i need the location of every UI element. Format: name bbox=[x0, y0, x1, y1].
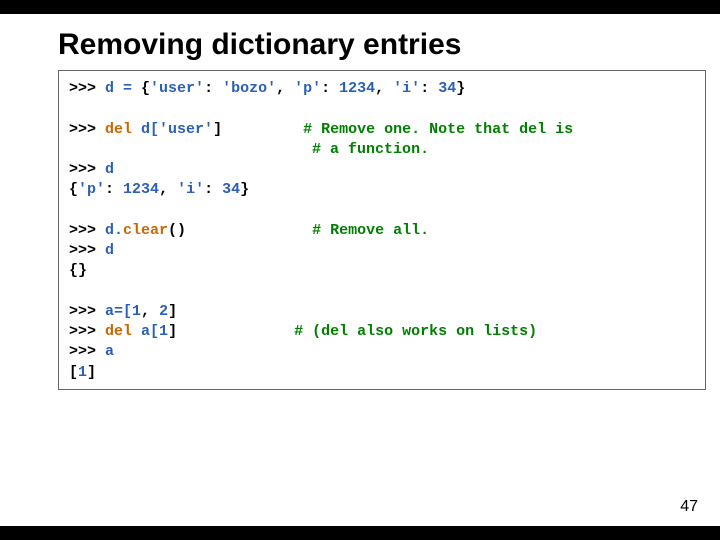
number: 34 bbox=[438, 80, 456, 97]
string: 'bozo' bbox=[222, 80, 276, 97]
punct: : bbox=[204, 181, 222, 198]
number: 1 bbox=[78, 364, 87, 381]
prompt: >>> bbox=[69, 222, 105, 239]
pad bbox=[69, 141, 312, 158]
code-text: a=[ bbox=[105, 303, 132, 320]
prompt: >>> bbox=[69, 303, 105, 320]
punct: : bbox=[204, 80, 222, 97]
keyword: del bbox=[105, 121, 141, 138]
pad bbox=[186, 222, 312, 239]
comment: # Remove one. Note that del is bbox=[303, 121, 573, 138]
string: 'i' bbox=[177, 181, 204, 198]
punct: : bbox=[420, 80, 438, 97]
brace: { bbox=[141, 80, 150, 97]
pad bbox=[177, 323, 294, 340]
slide: Removing dictionary entries >>> d = {'us… bbox=[0, 14, 720, 526]
brace: } bbox=[456, 80, 465, 97]
punct: , bbox=[159, 181, 177, 198]
code-text: a bbox=[105, 343, 114, 360]
bracket: ] bbox=[168, 303, 177, 320]
prompt: >>> bbox=[69, 121, 105, 138]
string: 'i' bbox=[393, 80, 420, 97]
bracket: ] bbox=[168, 323, 177, 340]
number: 1234 bbox=[339, 80, 375, 97]
brace: } bbox=[240, 181, 249, 198]
number: 2 bbox=[159, 303, 168, 320]
brace: { bbox=[69, 181, 78, 198]
code-text: d = bbox=[105, 80, 141, 97]
prompt: >>> bbox=[69, 161, 105, 178]
code-text: d bbox=[105, 242, 114, 259]
punct: : bbox=[321, 80, 339, 97]
string: 'user' bbox=[159, 121, 213, 138]
bracket: [ bbox=[69, 364, 78, 381]
bracket: ] bbox=[213, 121, 222, 138]
comment: # (del also works on lists) bbox=[294, 323, 537, 340]
code-text: a[ bbox=[141, 323, 159, 340]
code-text: d. bbox=[105, 222, 123, 239]
punct: , bbox=[276, 80, 294, 97]
code-text: d bbox=[105, 161, 114, 178]
prompt: >>> bbox=[69, 323, 105, 340]
punct: , bbox=[141, 303, 159, 320]
output: {} bbox=[69, 262, 87, 279]
number: 1 bbox=[132, 303, 141, 320]
code-text: d[ bbox=[141, 121, 159, 138]
code-block: >>> d = {'user': 'bozo', 'p': 1234, 'i':… bbox=[58, 70, 706, 390]
comment: # Remove all. bbox=[312, 222, 429, 239]
string: 'user' bbox=[150, 80, 204, 97]
string: 'p' bbox=[294, 80, 321, 97]
number: 1234 bbox=[123, 181, 159, 198]
number: 34 bbox=[222, 181, 240, 198]
slide-title: Removing dictionary entries bbox=[58, 28, 720, 62]
comment: # a function. bbox=[312, 141, 429, 158]
keyword: clear bbox=[123, 222, 168, 239]
parens: () bbox=[168, 222, 186, 239]
punct: : bbox=[105, 181, 123, 198]
keyword: del bbox=[105, 323, 141, 340]
prompt: >>> bbox=[69, 343, 105, 360]
string: 'p' bbox=[78, 181, 105, 198]
punct: , bbox=[375, 80, 393, 97]
bracket: ] bbox=[87, 364, 96, 381]
pad bbox=[222, 121, 303, 138]
number: 1 bbox=[159, 323, 168, 340]
page-number: 47 bbox=[680, 498, 698, 516]
prompt: >>> bbox=[69, 242, 105, 259]
prompt: >>> bbox=[69, 80, 105, 97]
